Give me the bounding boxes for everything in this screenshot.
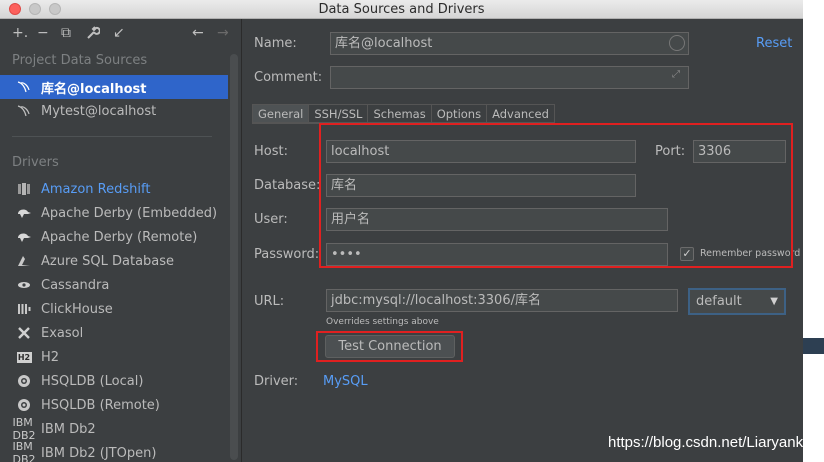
name-label: Name: — [254, 36, 297, 51]
driver-label: Apache Derby (Remote) — [41, 229, 198, 245]
reset-link[interactable]: Reset — [756, 36, 792, 51]
clickhouse-icon — [14, 302, 34, 316]
db2-badge: IBM DB2 — [13, 440, 36, 462]
url-mode-value: default — [696, 294, 742, 309]
tab-schemas[interactable]: Schemas — [368, 104, 432, 123]
tab-options[interactable]: Options — [431, 104, 488, 123]
driver-label: H2 — [41, 349, 60, 365]
derby-icon — [14, 206, 34, 220]
redshift-icon — [14, 182, 34, 196]
db2-badge-line1: IBM — [12, 440, 33, 453]
data-source-label: 库名@localhost — [41, 81, 147, 97]
highlight-box-connection — [319, 123, 793, 268]
driver-item-ibm-db2[interactable]: IBM DB2 IBM Db2 — [0, 416, 228, 442]
url-label: URL: — [254, 294, 285, 309]
project-data-sources-heading: Project Data Sources — [12, 53, 148, 68]
comment-label: Comment: — [254, 70, 323, 85]
h2-icon: H2 — [14, 350, 34, 364]
driver-label: Cassandra — [41, 277, 110, 293]
import-icon[interactable]: ↙ — [113, 26, 125, 40]
derby-icon — [14, 230, 34, 244]
back-arrow-icon[interactable]: ← — [192, 26, 204, 40]
driver-item-derby-embedded[interactable]: Apache Derby (Embedded) — [0, 201, 228, 225]
driver-label: IBM Db2 — [41, 421, 96, 437]
driver-item-cassandra[interactable]: Cassandra — [0, 273, 228, 297]
password-label: Password: — [254, 247, 320, 262]
tab-ssh-ssl[interactable]: SSH/SSL — [309, 104, 369, 123]
driver-label: Azure SQL Database — [41, 253, 175, 269]
driver-item-amazon-redshift[interactable]: Amazon Redshift — [0, 177, 228, 201]
data-sources-window: Data Sources and Drivers +. − ⧉ ↙ ← → Pr… — [0, 0, 803, 462]
duplicate-icon[interactable]: ⧉ — [61, 26, 71, 40]
add-icon[interactable]: +. — [12, 26, 28, 40]
forward-arrow-icon[interactable]: → — [217, 26, 229, 40]
cassandra-icon — [14, 278, 34, 292]
data-source-label: Mytest@localhost — [41, 103, 157, 119]
name-field[interactable]: 库名@localhost — [330, 32, 689, 55]
db2-icon: IBM DB2 — [13, 416, 36, 442]
azure-icon — [14, 254, 34, 268]
url-field[interactable]: jdbc:mysql://localhost:3306/库名 — [326, 289, 678, 312]
h2-badge: H2 — [16, 351, 32, 363]
host-label: Host: — [254, 144, 288, 159]
color-picker-icon[interactable] — [669, 35, 685, 51]
db2-badge-line1: IBM — [12, 416, 33, 429]
driver-label: HSQLDB (Remote) — [41, 397, 160, 413]
chevron-down-icon: ▼ — [770, 296, 778, 307]
driver-label: Apache Derby (Embedded) — [41, 205, 218, 221]
hsqldb-icon — [14, 374, 34, 388]
background-band — [803, 338, 824, 354]
driver-label: Amazon Redshift — [41, 181, 151, 197]
driver-item-azure-sql[interactable]: Azure SQL Database — [0, 249, 228, 273]
driver-item-derby-remote[interactable]: Apache Derby (Remote) — [0, 225, 228, 249]
driver-label: Exasol — [41, 325, 84, 341]
tab-advanced[interactable]: Advanced — [487, 104, 555, 123]
driver-item-clickhouse[interactable]: ClickHouse — [0, 297, 228, 321]
driver-item-exasol[interactable]: Exasol — [0, 321, 228, 345]
title-bar: Data Sources and Drivers — [0, 0, 803, 19]
mysql-dolphin-icon — [14, 80, 34, 94]
settings-tabs: General SSH/SSL Schemas Options Advanced — [252, 104, 555, 123]
highlight-box-test — [316, 331, 463, 362]
drivers-heading: Drivers — [12, 155, 59, 170]
database-label: Database: — [254, 178, 321, 193]
driver-item-hsqldb-remote[interactable]: HSQLDB (Remote) — [0, 393, 228, 417]
tab-general[interactable]: General — [252, 104, 310, 123]
user-label: User: — [254, 212, 288, 227]
background-strip — [803, 0, 824, 462]
db2-badge-line2: DB2 — [12, 453, 36, 462]
url-hint: Overrides settings above — [326, 317, 439, 327]
db2-badge: IBM DB2 — [13, 416, 36, 442]
hsqldb-icon — [14, 398, 34, 412]
wrench-icon[interactable] — [86, 26, 101, 43]
sidebar-scrollbar[interactable] — [230, 54, 238, 460]
exasol-icon — [14, 326, 34, 340]
data-source-item[interactable]: 库名@localhost — [0, 75, 228, 99]
mysql-dolphin-icon — [14, 104, 34, 118]
driver-label: IBM Db2 (JTOpen) — [41, 445, 157, 461]
driver-label: HSQLDB (Local) — [41, 373, 144, 389]
driver-link[interactable]: MySQL — [323, 374, 368, 389]
data-source-item[interactable]: Mytest@localhost — [0, 99, 228, 123]
comment-field[interactable] — [330, 66, 689, 89]
remove-icon[interactable]: − — [37, 26, 49, 40]
window-title: Data Sources and Drivers — [318, 2, 485, 17]
driver-item-ibm-db2-jtopen[interactable]: IBM DB2 IBM Db2 (JTOpen) — [0, 440, 228, 462]
driver-label: ClickHouse — [41, 301, 113, 317]
expand-icon[interactable]: ⤢ — [672, 69, 680, 80]
sidebar-separator — [12, 136, 212, 137]
driver-item-h2[interactable]: H2 H2 — [0, 345, 228, 369]
db2-icon: IBM DB2 — [13, 440, 36, 462]
url-mode-select[interactable]: default ▼ — [688, 288, 786, 315]
driver-item-hsqldb-local[interactable]: HSQLDB (Local) — [0, 369, 228, 393]
watermark-text: https://blog.csdn.net/Liaryank — [608, 434, 803, 451]
driver-label-main: Driver: — [254, 374, 299, 389]
